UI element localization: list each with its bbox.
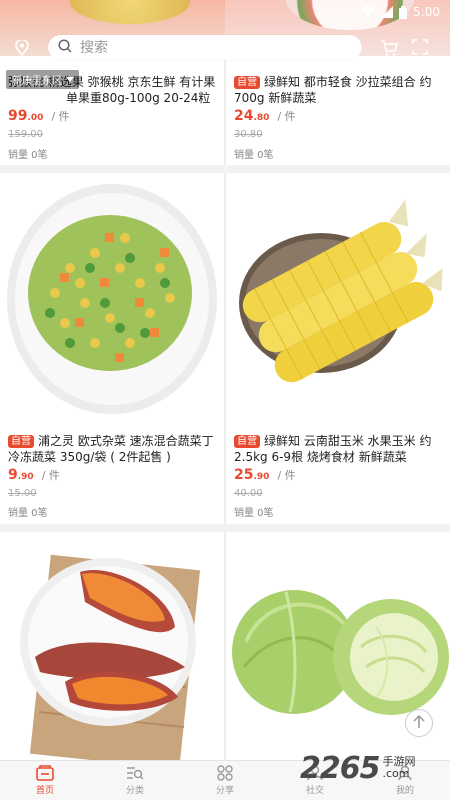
tab-share[interactable]: 分享	[180, 761, 270, 800]
tab-category[interactable]: 分类	[90, 761, 180, 800]
region-label: 新康里东区	[12, 76, 62, 87]
sales-count: 销量 0笔	[8, 508, 48, 519]
product-title: 自营 绿鲜知 云南甜玉米 水果玉米 约2.5kg 6-9根 烧烤食材 新鲜蔬菜	[234, 433, 446, 465]
sales-count: 销量 0笔	[234, 508, 274, 519]
self-operated-badge: 自营	[234, 435, 260, 448]
original-price: 159.00	[8, 129, 43, 140]
price-integer: 99	[8, 108, 28, 124]
price-row: 25 .90 / 件	[234, 467, 296, 483]
watermark-suffix: .com	[382, 767, 410, 780]
search-bar[interactable]	[48, 35, 362, 60]
price-integer: 24	[234, 108, 254, 124]
tab-label: 分享	[215, 786, 234, 796]
self-operated-badge: 自营	[234, 76, 260, 89]
arrow-up-icon	[412, 714, 426, 733]
search-row	[0, 32, 450, 62]
location-pin-icon[interactable]	[15, 38, 29, 57]
search-input[interactable]	[78, 38, 318, 57]
price-row: 24 .80 / 件	[234, 108, 296, 124]
battery-icon	[399, 5, 408, 19]
product-image[interactable]	[0, 173, 224, 425]
watermark-text-group: 手游网 .com	[383, 756, 416, 780]
scan-icon[interactable]	[412, 39, 428, 55]
price-integer: 25	[234, 467, 254, 483]
price-decimal: .90	[253, 472, 270, 482]
product-card-sweet-potato[interactable]	[0, 532, 224, 760]
original-price: 30.80	[234, 129, 263, 140]
tab-home[interactable]: 首页	[0, 761, 90, 800]
product-title: 自营 绿鲜知 都市轻食 沙拉菜组合 约700g 新鲜蔬菜	[234, 74, 446, 106]
price-decimal: .00	[27, 113, 44, 123]
product-title: 自营 浦之灵 欧式杂菜 速冻混合蔬菜丁 冷冻蔬菜 350g/袋 ( 2件起售 )	[8, 433, 220, 465]
category-icon	[126, 765, 144, 781]
watermark-number: 2265	[300, 750, 380, 786]
price-decimal: .90	[17, 472, 34, 482]
original-price: 15.00	[8, 488, 37, 499]
original-price: 40.00	[234, 488, 263, 499]
product-image[interactable]	[226, 173, 450, 425]
tab-label: 首页	[35, 786, 54, 796]
price-unit: / 件	[277, 469, 296, 482]
product-title-text: 绿鲜知 都市轻食 沙拉菜组合 约700g 新鲜蔬菜	[234, 75, 432, 105]
price-integer: 9	[8, 467, 18, 483]
share-icon	[216, 765, 234, 781]
cart-icon[interactable]	[380, 39, 398, 57]
signal-icon	[381, 6, 394, 18]
product-card-mixed-vegetables[interactable]: 自营 浦之灵 欧式杂菜 速冻混合蔬菜丁 冷冻蔬菜 350g/袋 ( 2件起售 ) …	[0, 173, 224, 524]
clock-time: 5:00	[413, 5, 440, 19]
wifi-icon	[361, 6, 376, 18]
search-icon	[58, 38, 72, 57]
product-grid: 弥猴桃 精选果 弥猴桃 京东生鲜 有计果 单果重80g-100g 20-24粒 …	[0, 0, 450, 760]
region-selector[interactable]: 新康里东区	[6, 70, 79, 89]
price-unit: / 件	[51, 110, 70, 123]
price-row: 9 .90 / 件	[8, 467, 60, 483]
sales-count: 销量 0笔	[234, 150, 274, 161]
dropdown-arrow-icon	[66, 77, 74, 82]
status-bar: 5:00	[0, 0, 450, 24]
product-card-corn[interactable]: 自营 绿鲜知 云南甜玉米 水果玉米 约2.5kg 6-9根 烧烤食材 新鲜蔬菜 2…	[226, 173, 450, 524]
home-icon	[36, 765, 54, 781]
price-decimal: .80	[253, 113, 270, 123]
self-operated-badge: 自营	[8, 435, 34, 448]
product-image[interactable]	[0, 532, 224, 760]
price-row: 99 .00 / 件	[8, 108, 70, 124]
price-unit: / 件	[41, 469, 60, 482]
tab-label: 分类	[125, 786, 144, 796]
grid-divider-row2	[0, 524, 450, 532]
price-unit: / 件	[277, 110, 296, 123]
back-to-top-button[interactable]	[405, 709, 433, 737]
site-watermark: 2265 手游网 .com	[300, 748, 450, 788]
product-title-text: 绿鲜知 云南甜玉米 水果玉米 约2.5kg 6-9根 烧烤食材 新鲜蔬菜	[234, 434, 432, 464]
grid-divider-row1	[0, 165, 450, 173]
sales-count: 销量 0笔	[8, 150, 48, 161]
product-title-text: 浦之灵 欧式杂菜 速冻混合蔬菜丁 冷冻蔬菜 350g/袋 ( 2件起售 )	[8, 434, 214, 464]
